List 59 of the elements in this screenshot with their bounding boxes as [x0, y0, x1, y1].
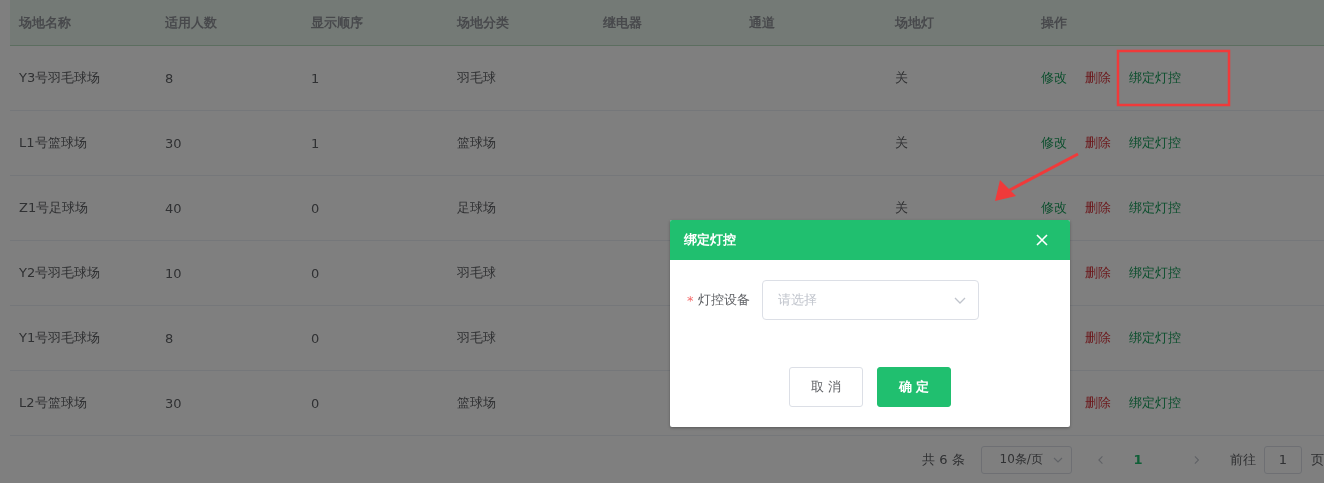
page-input[interactable]: 1: [1263, 445, 1302, 474]
action-link[interactable]: 修改: [1041, 134, 1067, 152]
dialog-button[interactable]: 确 定: [877, 367, 951, 407]
table-cell: 40: [165, 200, 182, 216]
table-cell: Y2号羽毛球场: [19, 265, 101, 280]
goto-label: 前往: [1229, 450, 1256, 469]
field-label: 灯控设备: [697, 291, 750, 309]
table-cell: 0: [311, 200, 320, 216]
page-size-select[interactable]: 10条/页: [980, 445, 1073, 474]
table-cell: 30: [165, 395, 182, 411]
table-cell: 1: [311, 135, 320, 151]
table-cell: 羽毛球: [457, 265, 496, 280]
action-link[interactable]: 删除: [1085, 134, 1111, 152]
action-link[interactable]: 绑定灯控: [1129, 199, 1181, 217]
dialog-title: 绑定灯控: [684, 231, 736, 249]
table-cell: 足球场: [457, 200, 496, 215]
table-cell: 羽毛球: [457, 70, 496, 85]
table-cell: 8: [165, 70, 174, 86]
dialog-button[interactable]: 取 消: [789, 367, 863, 407]
table-cell: 羽毛球: [457, 330, 496, 345]
action-link[interactable]: 删除: [1085, 394, 1111, 412]
chevron-down-icon: [953, 296, 966, 304]
action-link[interactable]: 修改: [1041, 199, 1067, 217]
prev-page-icon[interactable]: [1098, 454, 1104, 465]
action-link[interactable]: 删除: [1085, 69, 1111, 87]
table-cell: 30: [165, 135, 182, 151]
table-cell: 10: [165, 265, 182, 281]
table-cell: 关: [895, 135, 908, 150]
table-cell: 0: [311, 265, 320, 281]
table-cell: 8: [165, 330, 174, 346]
table-cell: L1号篮球场: [19, 135, 87, 150]
total-count: 共 6 条: [922, 450, 965, 469]
action-link[interactable]: 删除: [1085, 264, 1111, 282]
chevron-down-icon: [1053, 456, 1064, 463]
table-cell: Y3号羽毛球场: [19, 70, 101, 85]
table-cell: 关: [895, 70, 908, 85]
action-link[interactable]: 删除: [1085, 329, 1111, 347]
required-mark: *: [687, 292, 694, 308]
action-link[interactable]: 绑定灯控: [1129, 134, 1181, 152]
table-cell: 篮球场: [457, 135, 496, 150]
table-cell: 1: [311, 70, 320, 86]
close-icon[interactable]: [1036, 234, 1048, 246]
next-page-icon[interactable]: [1194, 454, 1200, 465]
table-cell: L2号篮球场: [19, 395, 87, 410]
action-link[interactable]: 绑定灯控: [1129, 329, 1181, 347]
page-number[interactable]: 1: [1133, 452, 1143, 467]
action-link[interactable]: 绑定灯控: [1129, 69, 1181, 87]
table-cell: Z1号足球场: [19, 200, 89, 215]
device-select[interactable]: 请选择: [761, 280, 979, 320]
table-cell: 篮球场: [457, 395, 496, 410]
table-cell: 0: [311, 395, 320, 411]
table-cell: 0: [311, 330, 320, 346]
page-unit: 页: [1311, 450, 1324, 469]
table-cell: Y1号羽毛球场: [19, 330, 101, 345]
action-link[interactable]: 绑定灯控: [1129, 394, 1181, 412]
action-link[interactable]: 绑定灯控: [1129, 264, 1181, 282]
action-link[interactable]: 删除: [1085, 199, 1111, 217]
action-link[interactable]: 修改: [1041, 69, 1067, 87]
table-cell: 关: [895, 200, 908, 215]
